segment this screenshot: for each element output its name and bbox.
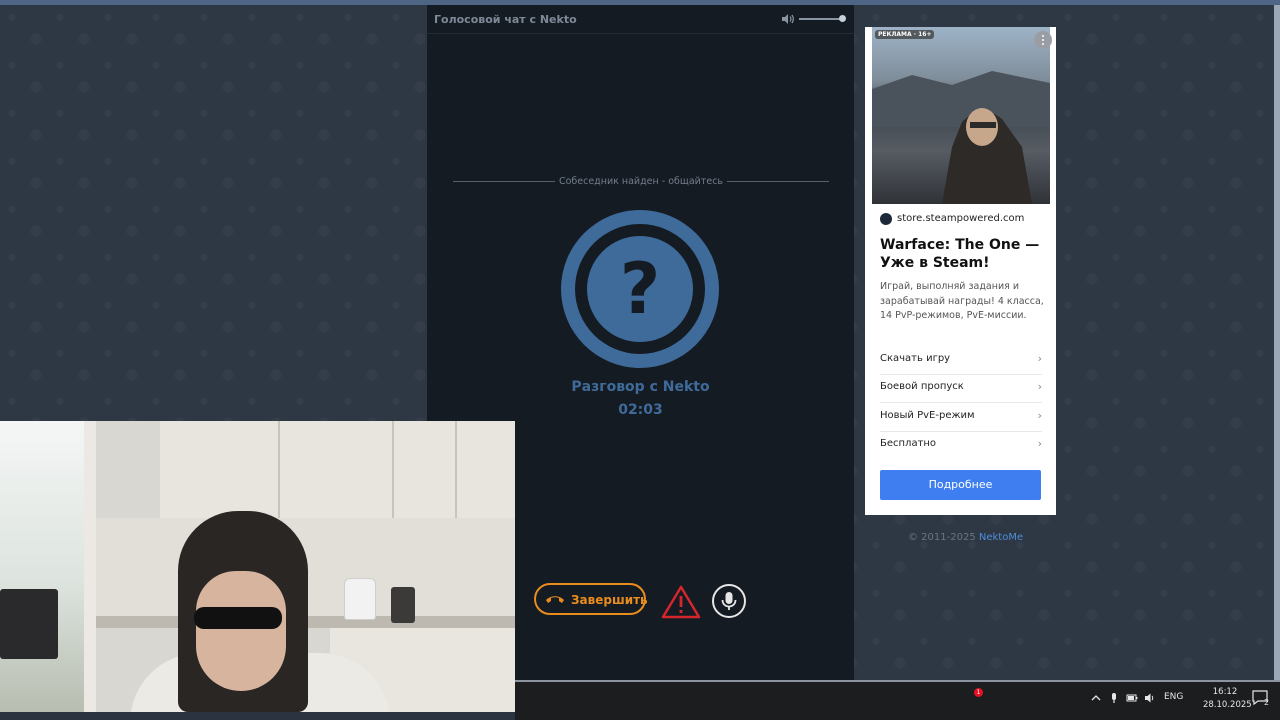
webcam-coffee-press: [391, 587, 415, 623]
cabinet-seam: [455, 421, 457, 518]
webcam-stove: [0, 589, 58, 659]
webcam-window-scene: [0, 421, 88, 712]
chat-title: Голосовой чат с Nekto: [434, 13, 577, 26]
ad-link-battle-pass[interactable]: Боевой пропуск ›: [880, 374, 1042, 403]
ad-cta-button[interactable]: Подробнее: [880, 470, 1041, 500]
avatar-question-mark: ?: [620, 248, 661, 330]
chevron-right-icon: ›: [1037, 380, 1042, 393]
status-divider: Собеседник найден - общайтесь: [453, 176, 829, 188]
steam-logo-icon: [880, 213, 892, 225]
ad-image[interactable]: РЕКЛАМА · 16+: [872, 27, 1050, 204]
volume-slider[interactable]: [799, 18, 843, 20]
end-call-button[interactable]: Завершить: [534, 583, 648, 615]
anonymous-avatar: ?: [561, 210, 719, 368]
webcam-overlay: [0, 421, 515, 712]
ad-menu-icon[interactable]: [1034, 31, 1052, 49]
advertisement-card[interactable]: РЕКЛАМА · 16+ store.steampowered.com War…: [865, 27, 1056, 515]
ad-link-label: Бесплатно: [880, 438, 937, 449]
clock-date: 28.10.2025: [1203, 700, 1252, 710]
partner-label: Разговор с Nekto: [571, 379, 710, 395]
microphone-icon[interactable]: [712, 584, 746, 618]
ad-link-download[interactable]: Скачать игру ›: [880, 346, 1042, 375]
keyboard-language[interactable]: ENG: [1164, 692, 1183, 702]
windows-taskbar: 1 ENG 16:12 28.10.2025 2: [515, 680, 1280, 720]
webcam-person-face: [196, 571, 286, 691]
webcam-person-sunglasses: [194, 607, 282, 629]
ad-domain[interactable]: store.steampowered.com: [897, 213, 1024, 224]
chat-header: Голосовой чат с Nekto: [427, 5, 854, 34]
chevron-right-icon: ›: [1037, 409, 1042, 422]
chevron-right-icon: ›: [1037, 437, 1042, 450]
microphone-tray-icon[interactable]: [1108, 692, 1120, 704]
taskbar-alert-badge[interactable]: 1: [974, 688, 983, 697]
report-warning-icon[interactable]: [661, 585, 701, 619]
webcam-kettle: [344, 578, 376, 620]
cabinet-seam: [392, 421, 394, 518]
ad-link-pve-mode[interactable]: Новый PvE-режим ›: [880, 403, 1042, 432]
end-call-label: Завершить: [571, 593, 648, 607]
webcam-cabinets: [160, 421, 515, 518]
ad-link-label: Скачать игру: [880, 353, 951, 364]
speaker-icon[interactable]: [1144, 692, 1156, 704]
hang-up-icon: [546, 596, 564, 603]
ad-link-label: Новый PvE-режим: [880, 410, 975, 421]
ad-title[interactable]: Warface: The One — Уже в Steam!: [880, 236, 1050, 272]
cabinet-seam: [278, 421, 280, 518]
status-text: Собеседник найден - общайтесь: [554, 176, 728, 187]
volume-slider-handle[interactable]: [839, 15, 846, 22]
clock-time: 16:12: [1212, 687, 1238, 697]
volume-icon[interactable]: [781, 13, 794, 25]
ad-scene-graphic: [872, 71, 1050, 204]
battery-icon[interactable]: [1126, 692, 1138, 704]
webcam-window-frame: [84, 421, 96, 712]
scrollbar[interactable]: [1274, 5, 1280, 680]
ad-link-label: Боевой пропуск: [880, 381, 964, 392]
ad-description: Играй, выполняй задания и зарабатывай на…: [880, 281, 1044, 321]
chevron-right-icon: ›: [1037, 352, 1042, 365]
ad-link-free[interactable]: Бесплатно ›: [880, 431, 1042, 459]
nektome-link[interactable]: NektoMe: [979, 532, 1023, 543]
copyright-text: © 2011-2025: [908, 532, 976, 543]
footer-copyright: © 2011-2025 NektoMe: [908, 532, 1023, 543]
notification-count: 2: [1264, 698, 1269, 707]
ad-label-badge: РЕКЛАМА · 16+: [875, 30, 935, 39]
clock[interactable]: 16:12 28.10.2025: [1203, 686, 1252, 712]
chevron-up-icon[interactable]: [1090, 692, 1102, 704]
call-timer: 02:03: [618, 402, 663, 418]
notification-center-icon[interactable]: 2: [1250, 688, 1270, 708]
